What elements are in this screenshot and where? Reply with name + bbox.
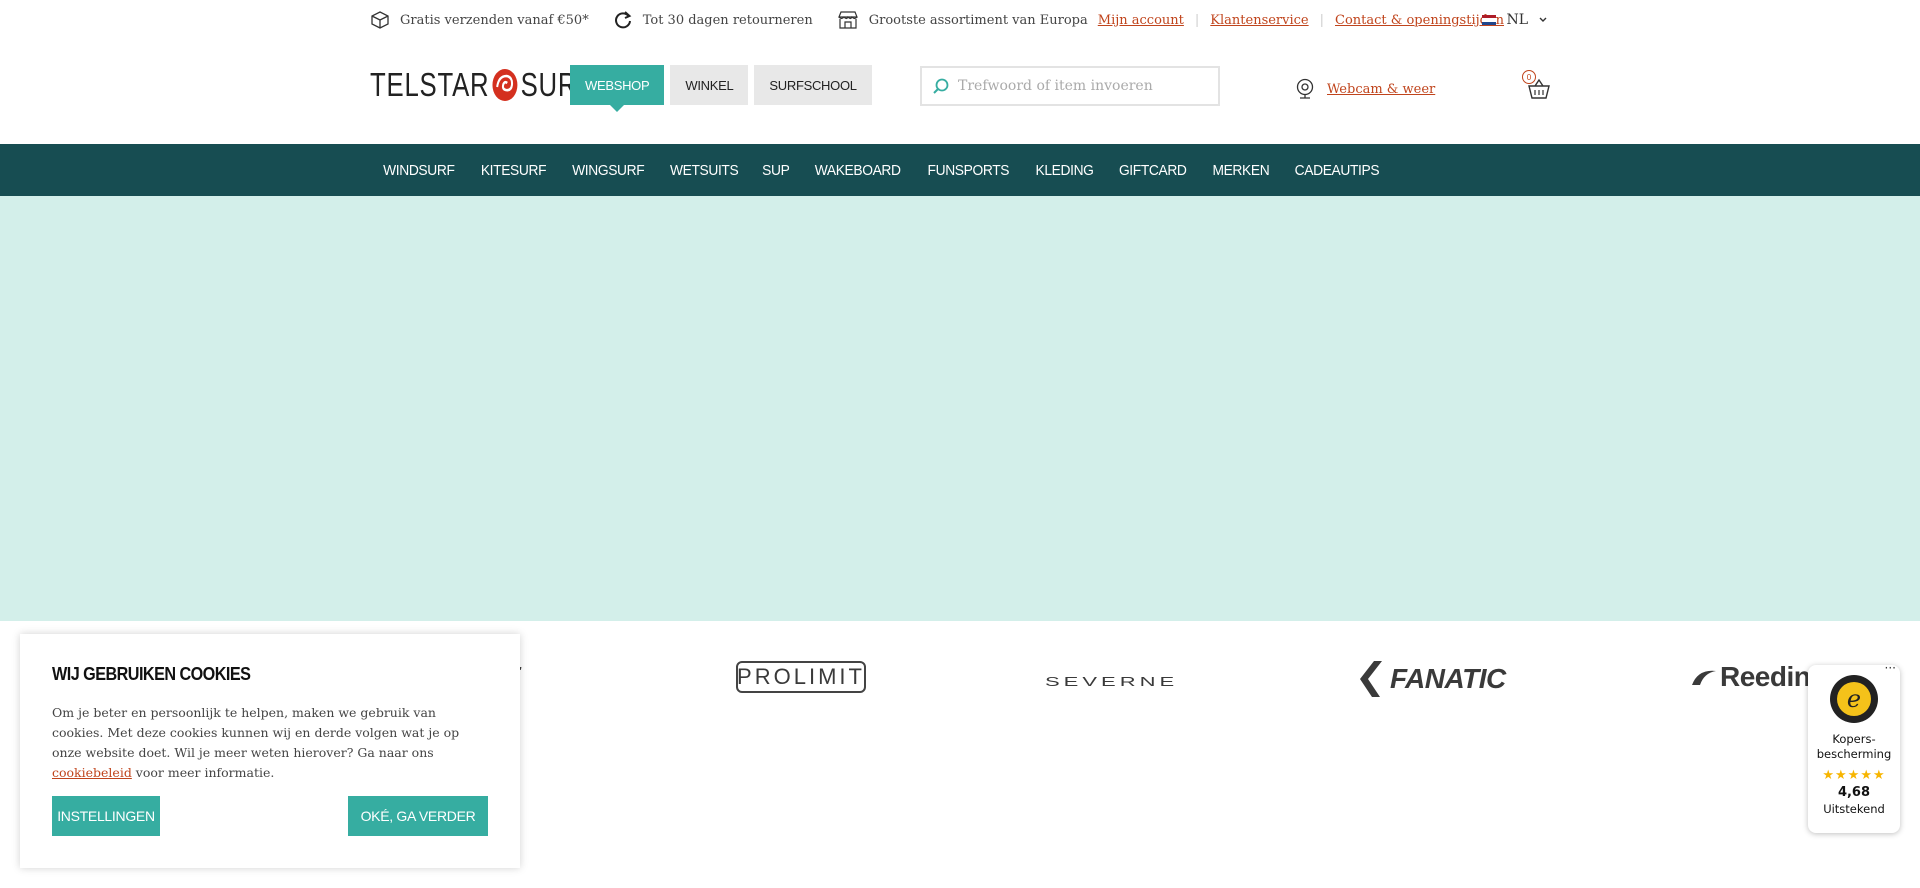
usp-bar: Gratis verzenden vanaf €50* Tot 30 dagen… (370, 0, 1550, 40)
trusted-shops-badge[interactable]: ··· e Kopers-bescherming ★★★★★ 4,68 Uits… (1808, 661, 1900, 833)
account-links: Mijn account | Klantenservice | Contact … (1098, 13, 1504, 28)
cookie-title: WIJ GEBRUIKEN COOKIES (52, 664, 251, 684)
nav-item-sup[interactable]: SUP (753, 162, 799, 179)
return-arrow-icon (614, 11, 632, 29)
label-line-2: bescherming (1816, 747, 1892, 761)
nav-item-wingsurf[interactable]: WINGSURF (563, 162, 654, 179)
fanatic-mark-icon (1360, 661, 1382, 697)
logo-text-left: TELSTAR (370, 66, 490, 103)
box-icon (371, 11, 389, 29)
usp-text: Grootste assortiment van Europa (868, 12, 1088, 28)
nav-item-funsports[interactable]: FUNSPORTS (919, 162, 1019, 179)
site-header: TELSTAR SURF WEBSHOP WINKEL SURFSCHOOL W… (370, 40, 1550, 144)
brand-logo-prolimit[interactable]: PROLIMIT (736, 661, 866, 693)
store-tabs: WEBSHOP WINKEL SURFSCHOOL (570, 65, 878, 112)
nav-item-giftcard[interactable]: GIFTCARD (1110, 162, 1196, 179)
cart-count-badge: 0 (1522, 70, 1536, 84)
usp-item-shipping: Gratis verzenden vanaf €50* (370, 10, 589, 30)
search-input[interactable] (958, 78, 1208, 94)
brand-name: Reedin (1720, 661, 1811, 692)
logo-swirl-icon (492, 69, 518, 101)
tab-winkel[interactable]: WINKEL (670, 65, 749, 105)
store-icon (837, 11, 858, 29)
customer-service-link[interactable]: Klantenservice (1210, 13, 1308, 28)
nav-item-wakeboard[interactable]: WAKEBOARD (806, 162, 910, 179)
search-icon[interactable] (932, 77, 950, 95)
site-logo[interactable]: TELSTAR SURF (370, 66, 594, 104)
cart-button[interactable]: 0 (1522, 70, 1550, 99)
brand-name: FANATIC (1390, 663, 1506, 694)
nav-item-cadeautips[interactable]: CADEAUTIPS (1286, 162, 1389, 179)
usp-item-assortment: Grootste assortiment van Europa (837, 10, 1088, 30)
webcam-weather: Webcam & weer (1295, 78, 1435, 100)
brand-logo-fanatic[interactable]: FANATIC (1360, 661, 1506, 697)
brand-logo-reedin[interactable]: Reedin (1690, 661, 1811, 693)
nav-item-wetsuits[interactable]: WETSUITS (661, 162, 748, 179)
language-label: NL (1506, 12, 1528, 28)
svg-text:e: e (1847, 685, 1861, 713)
cookie-text-before: Om je beter en persoonlijk te helpen, ma… (52, 705, 460, 760)
cookie-text: Om je beter en persoonlijk te helpen, ma… (52, 703, 488, 783)
more-options-icon[interactable]: ··· (1885, 661, 1896, 675)
webcam-weather-link[interactable]: Webcam & weer (1327, 82, 1435, 97)
nav-item-kleding[interactable]: KLEDING (1026, 162, 1102, 179)
cookie-accept-button[interactable]: OKÉ, GA VERDER (348, 796, 488, 836)
rating-verdict: Uitstekend (1823, 802, 1885, 816)
nav-item-kitesurf[interactable]: KITESURF (471, 162, 555, 179)
webcam-icon (1296, 78, 1314, 99)
contact-link[interactable]: Contact & openingstijden (1335, 13, 1504, 28)
main-navigation: WINDSURF KITESURF WINGSURF WETSUITS SUP … (0, 144, 1920, 196)
cookie-settings-button[interactable]: INSTELLINGEN (52, 796, 160, 836)
usp-text: Gratis verzenden vanaf €50* (400, 12, 589, 28)
cookie-policy-link[interactable]: cookiebeleid (52, 765, 132, 780)
usp-item-returns: Tot 30 dagen retourneren (613, 10, 813, 30)
label-line-1: Kopers- (1832, 732, 1876, 746)
nav-item-windsurf[interactable]: WINDSURF (374, 162, 464, 179)
trusted-shops-seal-icon: e (1830, 675, 1878, 723)
my-account-link[interactable]: Mijn account (1098, 13, 1184, 28)
divider: | (1319, 12, 1325, 28)
chevron-down-icon (1539, 17, 1547, 22)
divider: | (1194, 12, 1200, 28)
brand-logo-severne[interactable]: SEVERNE (1045, 674, 1178, 690)
dutch-flag-icon (1482, 15, 1497, 25)
nav-item-merken[interactable]: MERKEN (1203, 162, 1278, 179)
cookie-consent-dialog: WIJ GEBRUIKEN COOKIES Om je beter en per… (20, 634, 520, 868)
search-box (920, 66, 1220, 106)
tab-webshop[interactable]: WEBSHOP (570, 65, 665, 112)
language-selector[interactable]: NL (1482, 12, 1550, 28)
usp-text: Tot 30 dagen retourneren (642, 12, 813, 28)
buyer-protection-label: Kopers-bescherming (1808, 732, 1900, 762)
cookie-text-after: voor meer informatie. (131, 765, 275, 780)
rating-stars: ★★★★★ (1822, 768, 1886, 783)
tab-surfschool[interactable]: SURFSCHOOL (754, 65, 872, 105)
hero-banner[interactable] (0, 196, 1920, 621)
reedin-mark-icon (1692, 670, 1716, 685)
rating-score: 4,68 (1837, 785, 1871, 800)
